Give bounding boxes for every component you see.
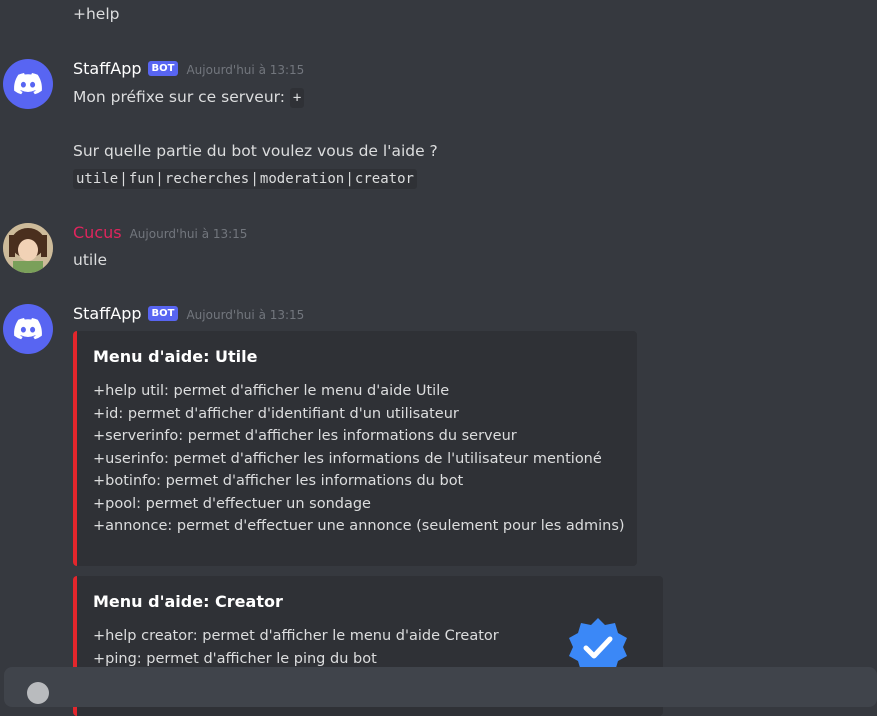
- message-text: utile: [73, 251, 108, 269]
- embed-line: +help creator: permet d'afficher le menu…: [93, 628, 499, 644]
- bot-badge: BOT: [147, 61, 179, 76]
- message-line-prefix: Mon préfixe sur ce serveur: +: [73, 88, 305, 108]
- staffapp-avatar[interactable]: [3, 304, 53, 354]
- category-recherches: recherches: [164, 171, 250, 187]
- embed-title: Menu d'aide: Creator: [93, 592, 283, 611]
- message-header: StaffApp BOT Aujourd'hui à 13:15: [73, 304, 304, 323]
- bot-badge: BOT: [147, 306, 179, 321]
- author-name[interactable]: Cucus: [73, 223, 122, 242]
- embed-line: +userinfo: permet d'afficher les informa…: [93, 450, 602, 467]
- cucus-avatar[interactable]: [3, 223, 53, 273]
- plus-circle-icon[interactable]: [27, 682, 49, 704]
- category-creator: creator: [354, 171, 414, 187]
- timestamp: Aujourd'hui à 13:15: [186, 63, 305, 77]
- message-line-question: Sur quelle partie du bot voulez vous de …: [73, 142, 438, 160]
- discord-logo-icon: [14, 73, 42, 95]
- category-code-block: utile | fun | recherches | moderation | creator: [73, 169, 417, 189]
- message-text-help: +help: [73, 5, 120, 23]
- category-moderation: moderation: [259, 171, 345, 187]
- user-avatar-image: [3, 223, 53, 273]
- embed-line: +annonce: permet d'effectuer une annonce…: [93, 518, 625, 534]
- embed-utile: Menu d'aide: Utile +help util: permet d'…: [73, 331, 637, 566]
- author-name[interactable]: StaffApp: [73, 59, 142, 78]
- timestamp: Aujourd'hui à 13:15: [129, 227, 248, 241]
- timestamp: Aujourd'hui à 13:15: [186, 308, 305, 322]
- prefix-code: +: [289, 88, 305, 108]
- category-list: utile | fun | recherches | moderation | creator: [73, 169, 417, 189]
- embed-title: Menu d'aide: Utile: [93, 347, 258, 366]
- message-header: StaffApp BOT Aujourd'hui à 13:15: [73, 59, 304, 78]
- author-name[interactable]: StaffApp: [73, 304, 142, 323]
- staffapp-avatar[interactable]: [3, 59, 53, 109]
- embed-line: +help util: permet d'afficher le menu d'…: [93, 383, 450, 399]
- discord-logo-icon: [14, 318, 42, 340]
- category-fun: fun: [128, 171, 155, 187]
- message-header: Cucus Aujourd'hui à 13:15: [73, 223, 247, 242]
- prefix-label: Mon préfixe sur ce serveur:: [73, 88, 285, 106]
- embed-line: +pool: permet d'effectuer un sondage: [93, 495, 371, 512]
- embed-line: +botinfo: permet d'afficher les informat…: [93, 473, 464, 489]
- embed-line: +serverinfo: permet d'afficher les infor…: [93, 428, 517, 444]
- embed-line: +id: permet d'afficher d'identifiant d'u…: [93, 405, 459, 422]
- message-input-bar[interactable]: [4, 667, 877, 707]
- category-utile: utile: [76, 171, 119, 187]
